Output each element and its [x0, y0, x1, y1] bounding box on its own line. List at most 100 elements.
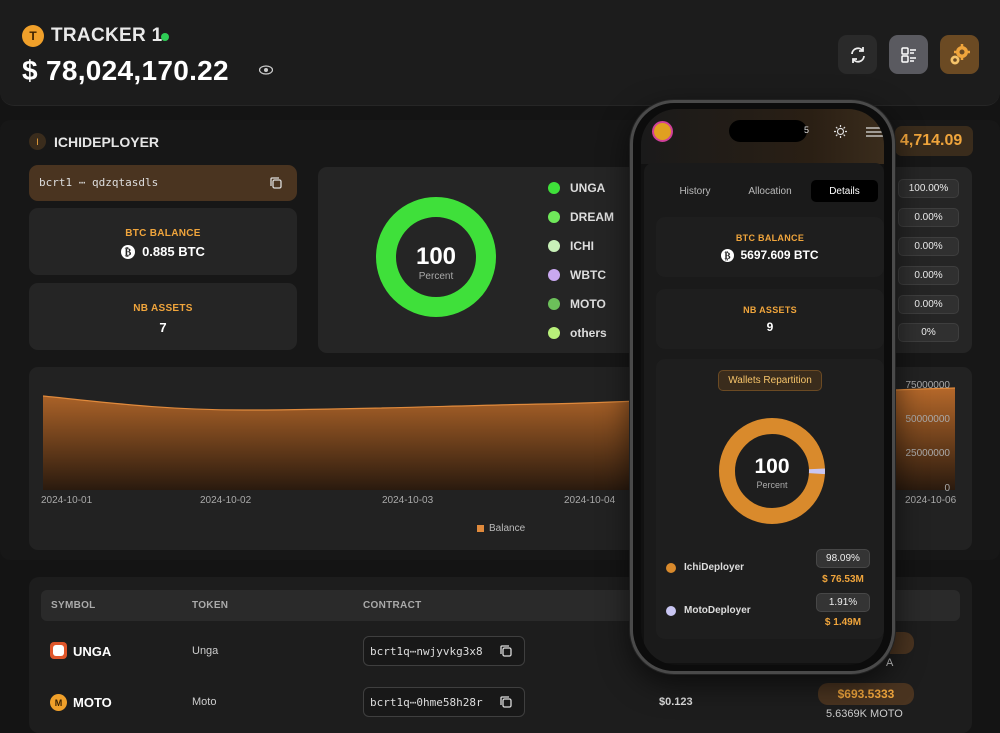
token-value-badge: $693.5333 [818, 683, 914, 705]
wallet-share-badge: 1.91% [816, 593, 870, 612]
wallet-row-name: MotoDeployer [684, 605, 751, 616]
legend-item: UNGA [548, 181, 605, 195]
phone-logo-icon [652, 121, 673, 142]
wallet-row-name: IchiDeployer [684, 562, 745, 573]
btc-balance-card: BTC BALANCE ₿ 0.885 BTC [29, 208, 297, 275]
unga-token-icon [50, 642, 67, 659]
tab-history[interactable]: History [666, 180, 724, 202]
legend-dot-icon [548, 327, 560, 339]
phone-mockup: 5 History Allocation Details BTC BALANCE… [630, 100, 895, 674]
y-tick-label: 50000000 [905, 414, 951, 425]
allocation-percent: 0.00% [898, 295, 959, 314]
legend-dot-icon [666, 563, 676, 573]
menu-icon[interactable] [866, 127, 884, 137]
svg-text:₿: ₿ [125, 246, 132, 258]
wallet-avatar: I [29, 133, 46, 150]
wallet-share-badge: 98.09% [816, 549, 870, 568]
token-symbol: UNGA [73, 644, 112, 659]
column-header-token: TOKEN [192, 600, 229, 611]
copy-icon[interactable] [499, 644, 513, 658]
legend-dot-icon [548, 182, 560, 194]
repartition-center-label: Percent [756, 480, 788, 490]
refresh-button[interactable] [838, 35, 877, 74]
legend-dot-icon [666, 606, 676, 616]
token-amount: A [886, 657, 894, 669]
chart-legend: Balance [477, 523, 525, 534]
phone-nb-assets-label: NB ASSETS [743, 305, 797, 315]
repartition-center-value: 100 [754, 455, 790, 478]
token-amount: 5.6369K MOTO [826, 708, 903, 720]
legend-dot-icon [548, 240, 560, 252]
copy-icon[interactable] [499, 695, 513, 709]
phone-screen: 5 History Allocation Details BTC BALANCE… [641, 109, 884, 665]
online-status-dot [161, 33, 169, 41]
legend-dot-icon [548, 211, 560, 223]
y-tick-label: 0 [944, 483, 950, 494]
phone-btc-balance-label: BTC BALANCE [735, 233, 805, 243]
allocation-percent: 100.00% [898, 179, 959, 198]
btc-balance-label: BTC BALANCE [125, 228, 201, 239]
phone-nb-assets-value: 9 [766, 320, 774, 334]
tracker-avatar: T [22, 25, 44, 47]
legend-item: ICHI [548, 239, 594, 253]
repartition-title: Wallets Repartition [718, 370, 822, 391]
x-tick-label: 2024-10-02 [200, 495, 252, 506]
svg-text:₿: ₿ [725, 250, 731, 261]
tracker-name: TRACKER 1 [51, 25, 163, 46]
nb-assets-value: 7 [159, 320, 167, 335]
sun-icon[interactable] [834, 125, 847, 138]
phone-btc-balance-card: BTC BALANCE ₿ 5697.609 BTC [656, 217, 884, 277]
phone-nb-assets-card: NB ASSETS 9 [656, 289, 884, 349]
legend-dot-icon [548, 298, 560, 310]
token-name: Unga [192, 645, 219, 657]
copy-icon[interactable] [269, 176, 283, 190]
phone-counter: 5 [804, 125, 810, 135]
dynamic-island [729, 120, 807, 142]
wallets-repartition-card: Wallets Repartition 100 Percent IchiDepl… [656, 359, 884, 639]
refresh-icon [850, 46, 865, 63]
tab-allocation[interactable]: Allocation [737, 180, 803, 202]
bitcoin-icon: ₿ [721, 248, 735, 262]
column-header-contract: CONTRACT [363, 600, 422, 611]
y-tick-label: 25000000 [905, 448, 951, 459]
x-tick-label: 2024-10-01 [41, 495, 93, 506]
token-price: $0.123 [659, 696, 693, 708]
wallet-row-value: $ 1.49M [824, 617, 862, 628]
list-view-button[interactable] [889, 35, 928, 74]
nb-assets-card: NB ASSETS 7 [29, 283, 297, 350]
y-tick-label: 75000000 [905, 380, 951, 391]
wallet-address: bcrt1 ⋯ qdzqtasdls [39, 176, 159, 189]
x-tick-label: 2024-10-06 [905, 495, 957, 506]
settings-button[interactable] [940, 35, 979, 74]
allocation-center-value: 100 [415, 243, 457, 270]
wallet-name: ICHIDEPLOYER [54, 134, 160, 150]
token-symbol: MOTO [73, 695, 112, 710]
legend-dot-icon [548, 269, 560, 281]
list-view-icon [900, 46, 916, 63]
allocation-percent: 0.00% [898, 237, 959, 256]
x-tick-label: 2024-10-03 [382, 495, 434, 506]
total-portfolio-value: $ 78,024,170.22 [22, 55, 229, 86]
eye-icon[interactable] [259, 65, 273, 75]
tab-details[interactable]: Details [811, 180, 878, 202]
column-header-symbol: SYMBOL [51, 600, 96, 611]
tracker-header: T TRACKER 1 $ 78,024,170.22 [0, 0, 1000, 106]
phone-btc-balance-value: 5697.609 BTC [740, 248, 819, 262]
allocation-percent: 0.00% [898, 266, 959, 285]
x-tick-label: 2024-10-04 [564, 495, 616, 506]
legend-item: MOTO [548, 297, 606, 311]
legend-item: others [548, 326, 607, 340]
legend-item: DREAM [548, 210, 614, 224]
bitcoin-icon: ₿ [121, 244, 136, 259]
wallet-address-field[interactable]: bcrt1 ⋯ qdzqtasdls [29, 165, 297, 201]
token-name: Moto [192, 696, 217, 708]
allocation-percent: 0.00% [898, 208, 959, 227]
allocation-center-label: Percent [418, 271, 454, 282]
moto-token-icon: M [50, 694, 67, 711]
nb-assets-label: NB ASSETS [133, 303, 193, 314]
wallet-row-value: $ 76.53M [822, 574, 864, 585]
btc-balance-value: 0.885 BTC [142, 244, 205, 259]
legend-item: WBTC [548, 268, 606, 282]
legend-swatch-icon [477, 525, 484, 532]
allocation-percent: 0% [898, 323, 959, 342]
